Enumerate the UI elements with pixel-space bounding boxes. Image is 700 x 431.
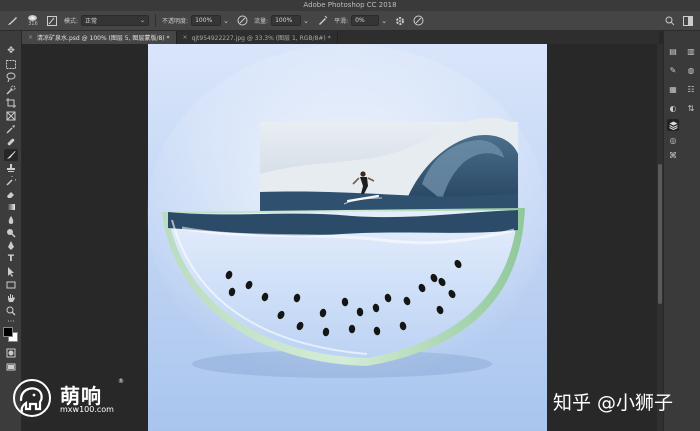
- close-icon[interactable]: ×: [183, 34, 188, 41]
- elephant-logo-icon: [13, 379, 51, 417]
- flow-label: 流量:: [254, 18, 269, 25]
- opacity-value: 100%: [195, 17, 213, 24]
- smoothing-field[interactable]: 0%: [351, 15, 380, 26]
- libraries-panel-icon[interactable]: ☷: [685, 83, 697, 95]
- brush-size-value: 316: [28, 20, 38, 27]
- color-swatches[interactable]: [3, 327, 19, 343]
- tab-label: 清凉矿泉水.psd @ 100% (图层 5, 图层蒙版/8) *: [37, 35, 170, 42]
- panel-dock-column-2: ▥ ◍ ☷ ⇅: [682, 31, 699, 431]
- airbrush-icon[interactable]: [316, 15, 328, 27]
- pressure-size-icon[interactable]: [412, 15, 424, 27]
- close-icon[interactable]: ×: [28, 34, 33, 41]
- swatches-panel-icon[interactable]: ▦: [667, 83, 679, 95]
- app-title: Adobe Photoshop CC 2018: [303, 1, 397, 9]
- flow-value: 100%: [275, 17, 293, 24]
- document-canvas[interactable]: [22, 44, 659, 431]
- marquee-tool-icon[interactable]: [4, 58, 18, 70]
- watermark-url: mxw100.com: [60, 405, 114, 414]
- type-tool-icon[interactable]: T: [4, 253, 18, 265]
- mode-select[interactable]: 正常 ⌄: [81, 15, 150, 26]
- zhihu-watermark: 知乎 @小狮子: [553, 392, 674, 414]
- document-tabs: × 清凉矿泉水.psd @ 100% (图层 5, 图层蒙版/8) * × qj…: [22, 31, 659, 44]
- registered-mark: ®: [118, 378, 124, 385]
- tab-document-2[interactable]: × qjt954922227.jpg @ 33.3% (图层 1, RGB/8#…: [177, 31, 338, 44]
- gradient-tool-icon[interactable]: [4, 201, 18, 213]
- mode-label: 模式:: [64, 18, 79, 25]
- quick-selection-tool-icon[interactable]: [4, 84, 18, 96]
- watermark-logo: 萌响 ® mxw100.com: [12, 378, 132, 418]
- mode-value: 正常: [85, 18, 98, 25]
- properties-panel-icon[interactable]: ▥: [685, 45, 697, 57]
- styles-panel-icon[interactable]: ⇅: [685, 102, 697, 114]
- history-panel-icon[interactable]: ▤: [667, 45, 679, 57]
- blur-tool-icon[interactable]: [4, 214, 18, 226]
- hand-tool-icon[interactable]: [4, 292, 18, 304]
- tab-label: qjt954922227.jpg @ 33.3% (图层 1, RGB/8#) …: [191, 35, 331, 42]
- chevron-down-icon: ⌄: [140, 17, 146, 24]
- move-tool-icon[interactable]: ✥: [4, 45, 18, 57]
- eraser-tool-icon[interactable]: [4, 188, 18, 200]
- panel-dock: ▤ ✎ ▦ ◐ ◎ ⌘ ▥ ◍ ☷ ⇅: [663, 31, 700, 431]
- path-selection-tool-icon[interactable]: [4, 266, 18, 278]
- flow-dropdown-icon[interactable]: ⌄: [302, 15, 310, 27]
- frame-tool-icon[interactable]: [4, 110, 18, 122]
- pen-tool-icon[interactable]: [4, 240, 18, 252]
- lasso-tool-icon[interactable]: [4, 71, 18, 83]
- brush-settings-panel-icon[interactable]: ✎: [667, 64, 679, 76]
- channels-panel-icon[interactable]: ◎: [667, 134, 679, 146]
- healing-brush-tool-icon[interactable]: [4, 136, 18, 148]
- quick-mask-icon[interactable]: [4, 347, 18, 359]
- brush-panel-toggle-icon[interactable]: [46, 15, 58, 27]
- crop-tool-icon[interactable]: [4, 97, 18, 109]
- gear-icon[interactable]: [394, 15, 406, 27]
- options-bar: 316 模式: 正常 ⌄ 不透明度: 100% ⌄ 流量: 100% ⌄ 平滑:…: [0, 11, 700, 31]
- workspace-icon[interactable]: [682, 15, 694, 27]
- smoothing-value: 0%: [355, 17, 365, 24]
- canvas-area[interactable]: [22, 44, 659, 431]
- adjustments-panel-icon[interactable]: ◐: [667, 102, 679, 114]
- panel-dock-column-1: ▤ ✎ ▦ ◐ ◎ ⌘: [664, 31, 681, 431]
- brush-icon[interactable]: [4, 149, 18, 161]
- clone-stamp-tool-icon[interactable]: [4, 162, 18, 174]
- search-icon[interactable]: [664, 15, 676, 27]
- layers-panel-icon[interactable]: [667, 119, 679, 131]
- title-bar: Adobe Photoshop CC 2018: [0, 0, 700, 11]
- history-brush-tool-icon[interactable]: [4, 175, 18, 187]
- eyedropper-tool-icon[interactable]: [4, 123, 18, 135]
- tools-panel: ✥ T ···: [0, 31, 22, 431]
- pressure-opacity-icon[interactable]: [236, 15, 248, 27]
- divider: [155, 14, 157, 27]
- scrollbar-thumb[interactable]: [658, 164, 662, 304]
- flow-field[interactable]: 100%: [271, 15, 302, 26]
- foreground-color-swatch[interactable]: [3, 327, 13, 337]
- brush-tool-preset-icon[interactable]: [6, 15, 18, 27]
- screen-mode-icon[interactable]: [4, 361, 18, 373]
- brush-size-picker[interactable]: 316: [24, 14, 40, 27]
- paths-panel-icon[interactable]: ⌘: [667, 149, 679, 161]
- opacity-field[interactable]: 100%: [191, 15, 222, 26]
- surf-photo-layer: [260, 117, 518, 212]
- opacity-label: 不透明度:: [162, 18, 189, 25]
- shape-tool-icon[interactable]: [4, 279, 18, 291]
- tab-document-1[interactable]: × 清凉矿泉水.psd @ 100% (图层 5, 图层蒙版/8) *: [22, 31, 177, 44]
- smoothing-dropdown-icon[interactable]: ⌄: [380, 15, 388, 27]
- opacity-dropdown-icon[interactable]: ⌄: [222, 15, 230, 27]
- color-panel-icon[interactable]: ◍: [685, 64, 697, 76]
- smoothing-label: 平滑:: [334, 18, 349, 25]
- dodge-tool-icon[interactable]: [4, 227, 18, 239]
